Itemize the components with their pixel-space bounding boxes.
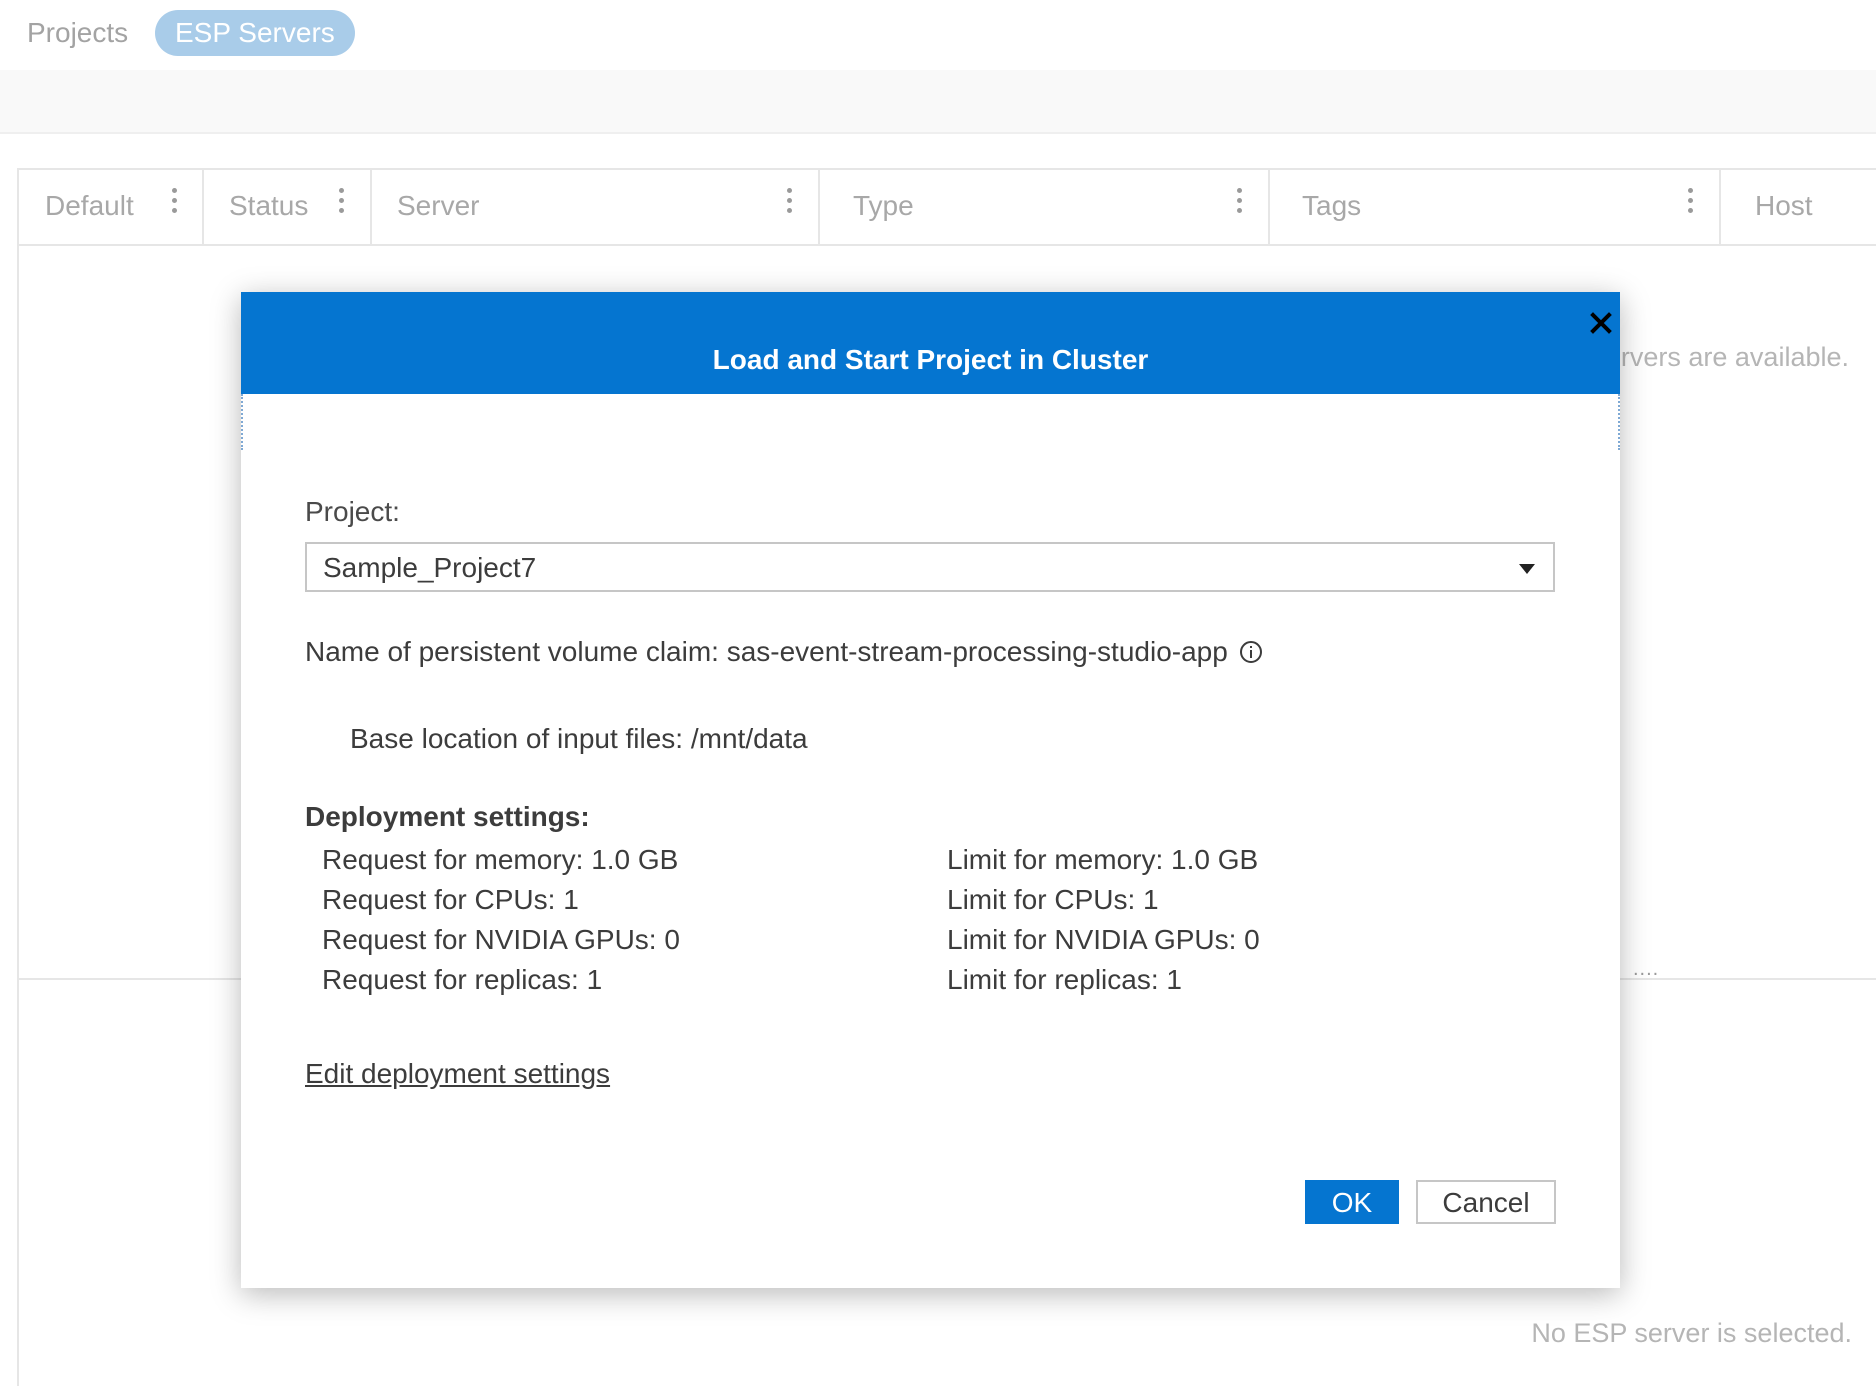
- column-label: Default: [45, 190, 134, 221]
- column-label: Status: [229, 190, 309, 221]
- no-selection-message: No ESP server is selected.: [1531, 1318, 1852, 1348]
- pvc-row: Name of persistent volume claim: sas-eve…: [305, 636, 1262, 668]
- limit-memory: Limit for memory: 1.0 GB: [947, 844, 1259, 875]
- pvc-text: Name of persistent volume claim: sas-eve…: [305, 636, 1228, 667]
- toolbar: [0, 70, 1876, 134]
- base-location-text: Base location of input files: /mnt/data: [350, 723, 808, 754]
- dialog-title: Load and Start Project in Cluster: [712, 344, 1149, 375]
- ok-button[interactable]: OK: [1305, 1180, 1399, 1224]
- limit-cpus: Limit for CPUs: 1: [947, 884, 1159, 915]
- column-header-default[interactable]: Default: [19, 170, 204, 244]
- chevron-down-icon[interactable]: [1519, 564, 1535, 574]
- column-header-server[interactable]: Server: [372, 170, 820, 244]
- table-header: Default Status Server Type Tags Host: [19, 170, 1876, 246]
- column-menu-icon[interactable]: [172, 188, 178, 218]
- column-menu-icon[interactable]: [1237, 188, 1243, 218]
- cancel-button[interactable]: Cancel: [1416, 1180, 1556, 1224]
- request-cpus: Request for CPUs: 1: [322, 884, 579, 915]
- focus-outline-left: [241, 394, 243, 450]
- column-label: Type: [853, 190, 914, 221]
- request-replicas: Request for replicas: 1: [322, 964, 603, 995]
- request-gpus: Request for NVIDIA GPUs: 0: [322, 924, 680, 955]
- column-label: Host: [1755, 190, 1813, 221]
- column-menu-icon[interactable]: [339, 188, 345, 218]
- column-header-status[interactable]: Status: [204, 170, 372, 244]
- splitter-handle[interactable]: ....: [1633, 958, 1659, 981]
- request-memory: Request for memory: 1.0 GB: [322, 844, 679, 875]
- column-header-type[interactable]: Type: [820, 170, 1270, 244]
- deployment-settings-heading: Deployment settings:: [305, 801, 590, 832]
- column-label: Server: [397, 190, 480, 221]
- tab-projects[interactable]: Projects: [7, 10, 148, 56]
- request-settings-column: Request for memory: 1.0 GB Request for C…: [322, 840, 680, 1000]
- column-menu-icon[interactable]: [1688, 188, 1694, 218]
- column-menu-icon[interactable]: [787, 188, 793, 218]
- tab-esp-servers[interactable]: ESP Servers: [155, 10, 355, 56]
- limit-settings-column: Limit for memory: 1.0 GB Limit for CPUs:…: [947, 840, 1260, 1000]
- focus-outline-right: [1618, 394, 1620, 450]
- column-label: Tags: [1302, 190, 1362, 221]
- close-icon[interactable]: [1586, 308, 1616, 338]
- info-icon[interactable]: [1239, 641, 1262, 663]
- column-header-host[interactable]: Host: [1721, 170, 1876, 244]
- project-select[interactable]: Sample_Project7: [305, 542, 1555, 592]
- project-label: Project:: [305, 496, 400, 527]
- limit-gpus: Limit for NVIDIA GPUs: 0: [947, 924, 1260, 955]
- edit-deployment-settings-link[interactable]: Edit deployment settings: [305, 1058, 610, 1090]
- top-tab-bar: Projects ESP Servers: [0, 0, 1876, 66]
- column-header-tags[interactable]: Tags: [1270, 170, 1721, 244]
- load-start-project-dialog: Load and Start Project in Cluster Projec…: [241, 292, 1620, 1288]
- limit-replicas: Limit for replicas: 1: [947, 964, 1182, 995]
- project-select-value: Sample_Project7: [323, 552, 537, 583]
- dialog-header: Load and Start Project in Cluster: [241, 292, 1620, 394]
